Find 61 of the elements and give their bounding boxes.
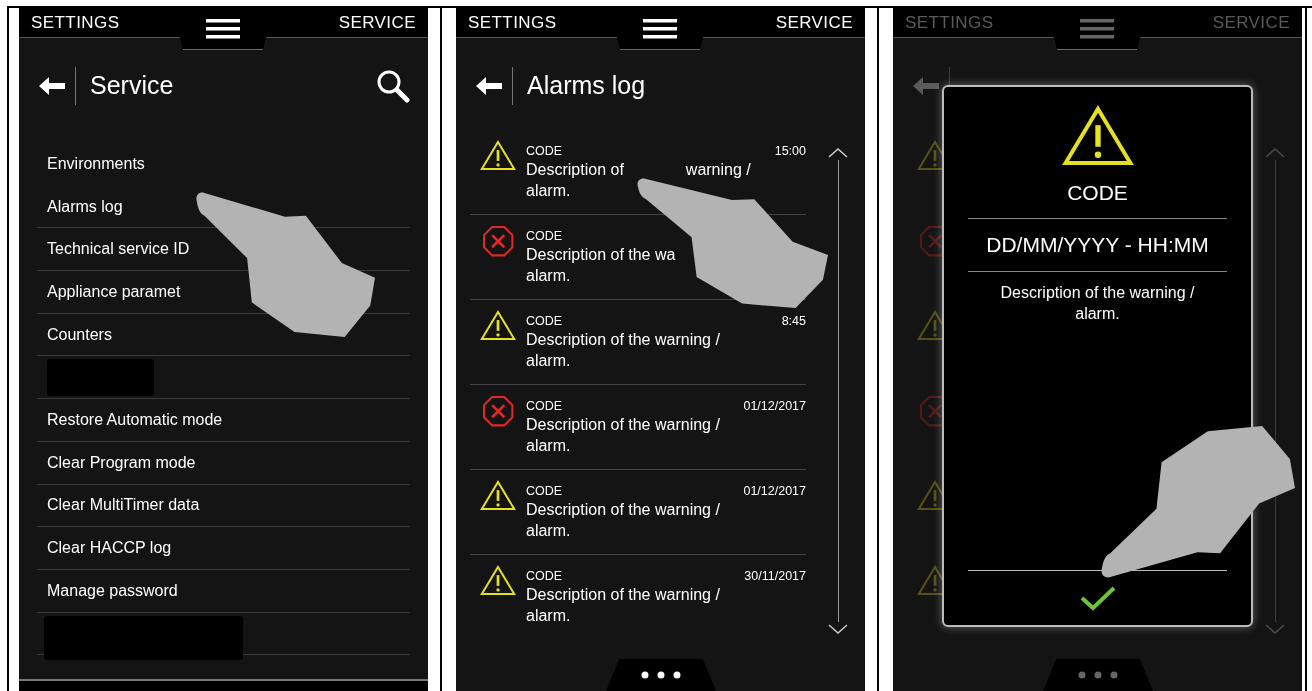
back-arrow-icon[interactable] — [39, 77, 65, 95]
alarm-description: warning / — [685, 160, 751, 180]
warning-triangle-icon — [1061, 105, 1134, 167]
menu-item[interactable]: Manage password — [47, 578, 178, 603]
settings-tab[interactable]: SETTINGS — [31, 9, 120, 36]
alarm-time: 15:00 — [774, 142, 806, 160]
menu-item[interactable]: Clear MultiTimer data — [47, 493, 200, 518]
menu-item[interactable]: Restore Automatic mode — [47, 407, 223, 432]
alarm-description: alarm. — [526, 606, 571, 626]
alarm-description: Description of the wa — [526, 245, 676, 265]
warning-triangle-icon — [480, 310, 516, 341]
menu-icon — [1080, 17, 1114, 40]
screen-title: Alarms log — [527, 70, 646, 102]
warning-triangle-icon — [480, 140, 516, 171]
alarm-description: Description of the warning / — [526, 330, 720, 350]
alarm-description: alarm. — [526, 351, 571, 371]
alarm-time: 01/12/2017 — [743, 397, 806, 415]
menu-icon — [206, 17, 240, 40]
warning-triangle-icon — [480, 480, 516, 511]
alarm-code: CODE — [526, 142, 563, 160]
search-icon[interactable] — [376, 69, 410, 103]
alarm-description: Description of — [526, 160, 624, 180]
more-dots-icon[interactable] — [641, 671, 681, 679]
screen-title: Service — [90, 70, 174, 102]
menu-item[interactable]: Counters — [47, 322, 112, 347]
menu-item[interactable]: Clear HACCP log — [47, 536, 172, 561]
warning-triangle-icon — [480, 565, 516, 596]
alarm-time: 30/11/2017 — [744, 567, 806, 585]
alarm-time: 8:45 — [781, 312, 806, 330]
alarm-code: CODE — [526, 397, 563, 415]
alarm-description: alarm. — [526, 266, 571, 286]
alarm-time: 01/12/2017 — [743, 482, 806, 500]
menu-item[interactable]: Alarms log — [47, 194, 123, 219]
alarm-code: CODE — [526, 312, 563, 330]
menu-item[interactable]: Clear Program mode — [47, 450, 196, 475]
alarm-code: CODE — [526, 227, 563, 245]
menu-item[interactable]: Appliance paramet — [47, 279, 181, 304]
menu-icon — [643, 17, 677, 40]
settings-tab[interactable]: SETTINGS — [468, 9, 557, 36]
menu-item[interactable]: Technical service ID — [47, 237, 190, 262]
alarm-code: CODE — [526, 567, 563, 585]
alarm-description: alarm. — [526, 436, 571, 456]
dialog-description: alarm. — [1075, 303, 1120, 324]
dialog-datetime: DD/MM/YYYY - HH:MM — [986, 232, 1209, 259]
alarm-description: Description of the warning / — [526, 585, 720, 605]
alarm-description: alarm. — [526, 521, 571, 541]
checkmark-icon — [1079, 585, 1116, 611]
error-octagon-icon — [481, 225, 515, 258]
alarm-description: Description of the warning / — [526, 500, 720, 520]
dialog-code: CODE — [1067, 179, 1128, 206]
dialog-description: Description of the warning / — [1000, 282, 1195, 303]
back-arrow-icon[interactable] — [476, 77, 502, 95]
scroll-up-chevron-icon[interactable] — [828, 148, 848, 158]
error-octagon-icon — [481, 395, 515, 428]
alarm-description: Description of the warning / — [526, 415, 720, 435]
alarm-code: CODE — [526, 482, 563, 500]
service-tab[interactable]: SERVICE — [775, 9, 853, 36]
menu-item[interactable]: Environments — [47, 152, 145, 177]
alarm-description: alarm. — [526, 181, 571, 201]
service-tab[interactable]: SERVICE — [338, 9, 416, 36]
scroll-down-chevron-icon[interactable] — [828, 624, 848, 634]
